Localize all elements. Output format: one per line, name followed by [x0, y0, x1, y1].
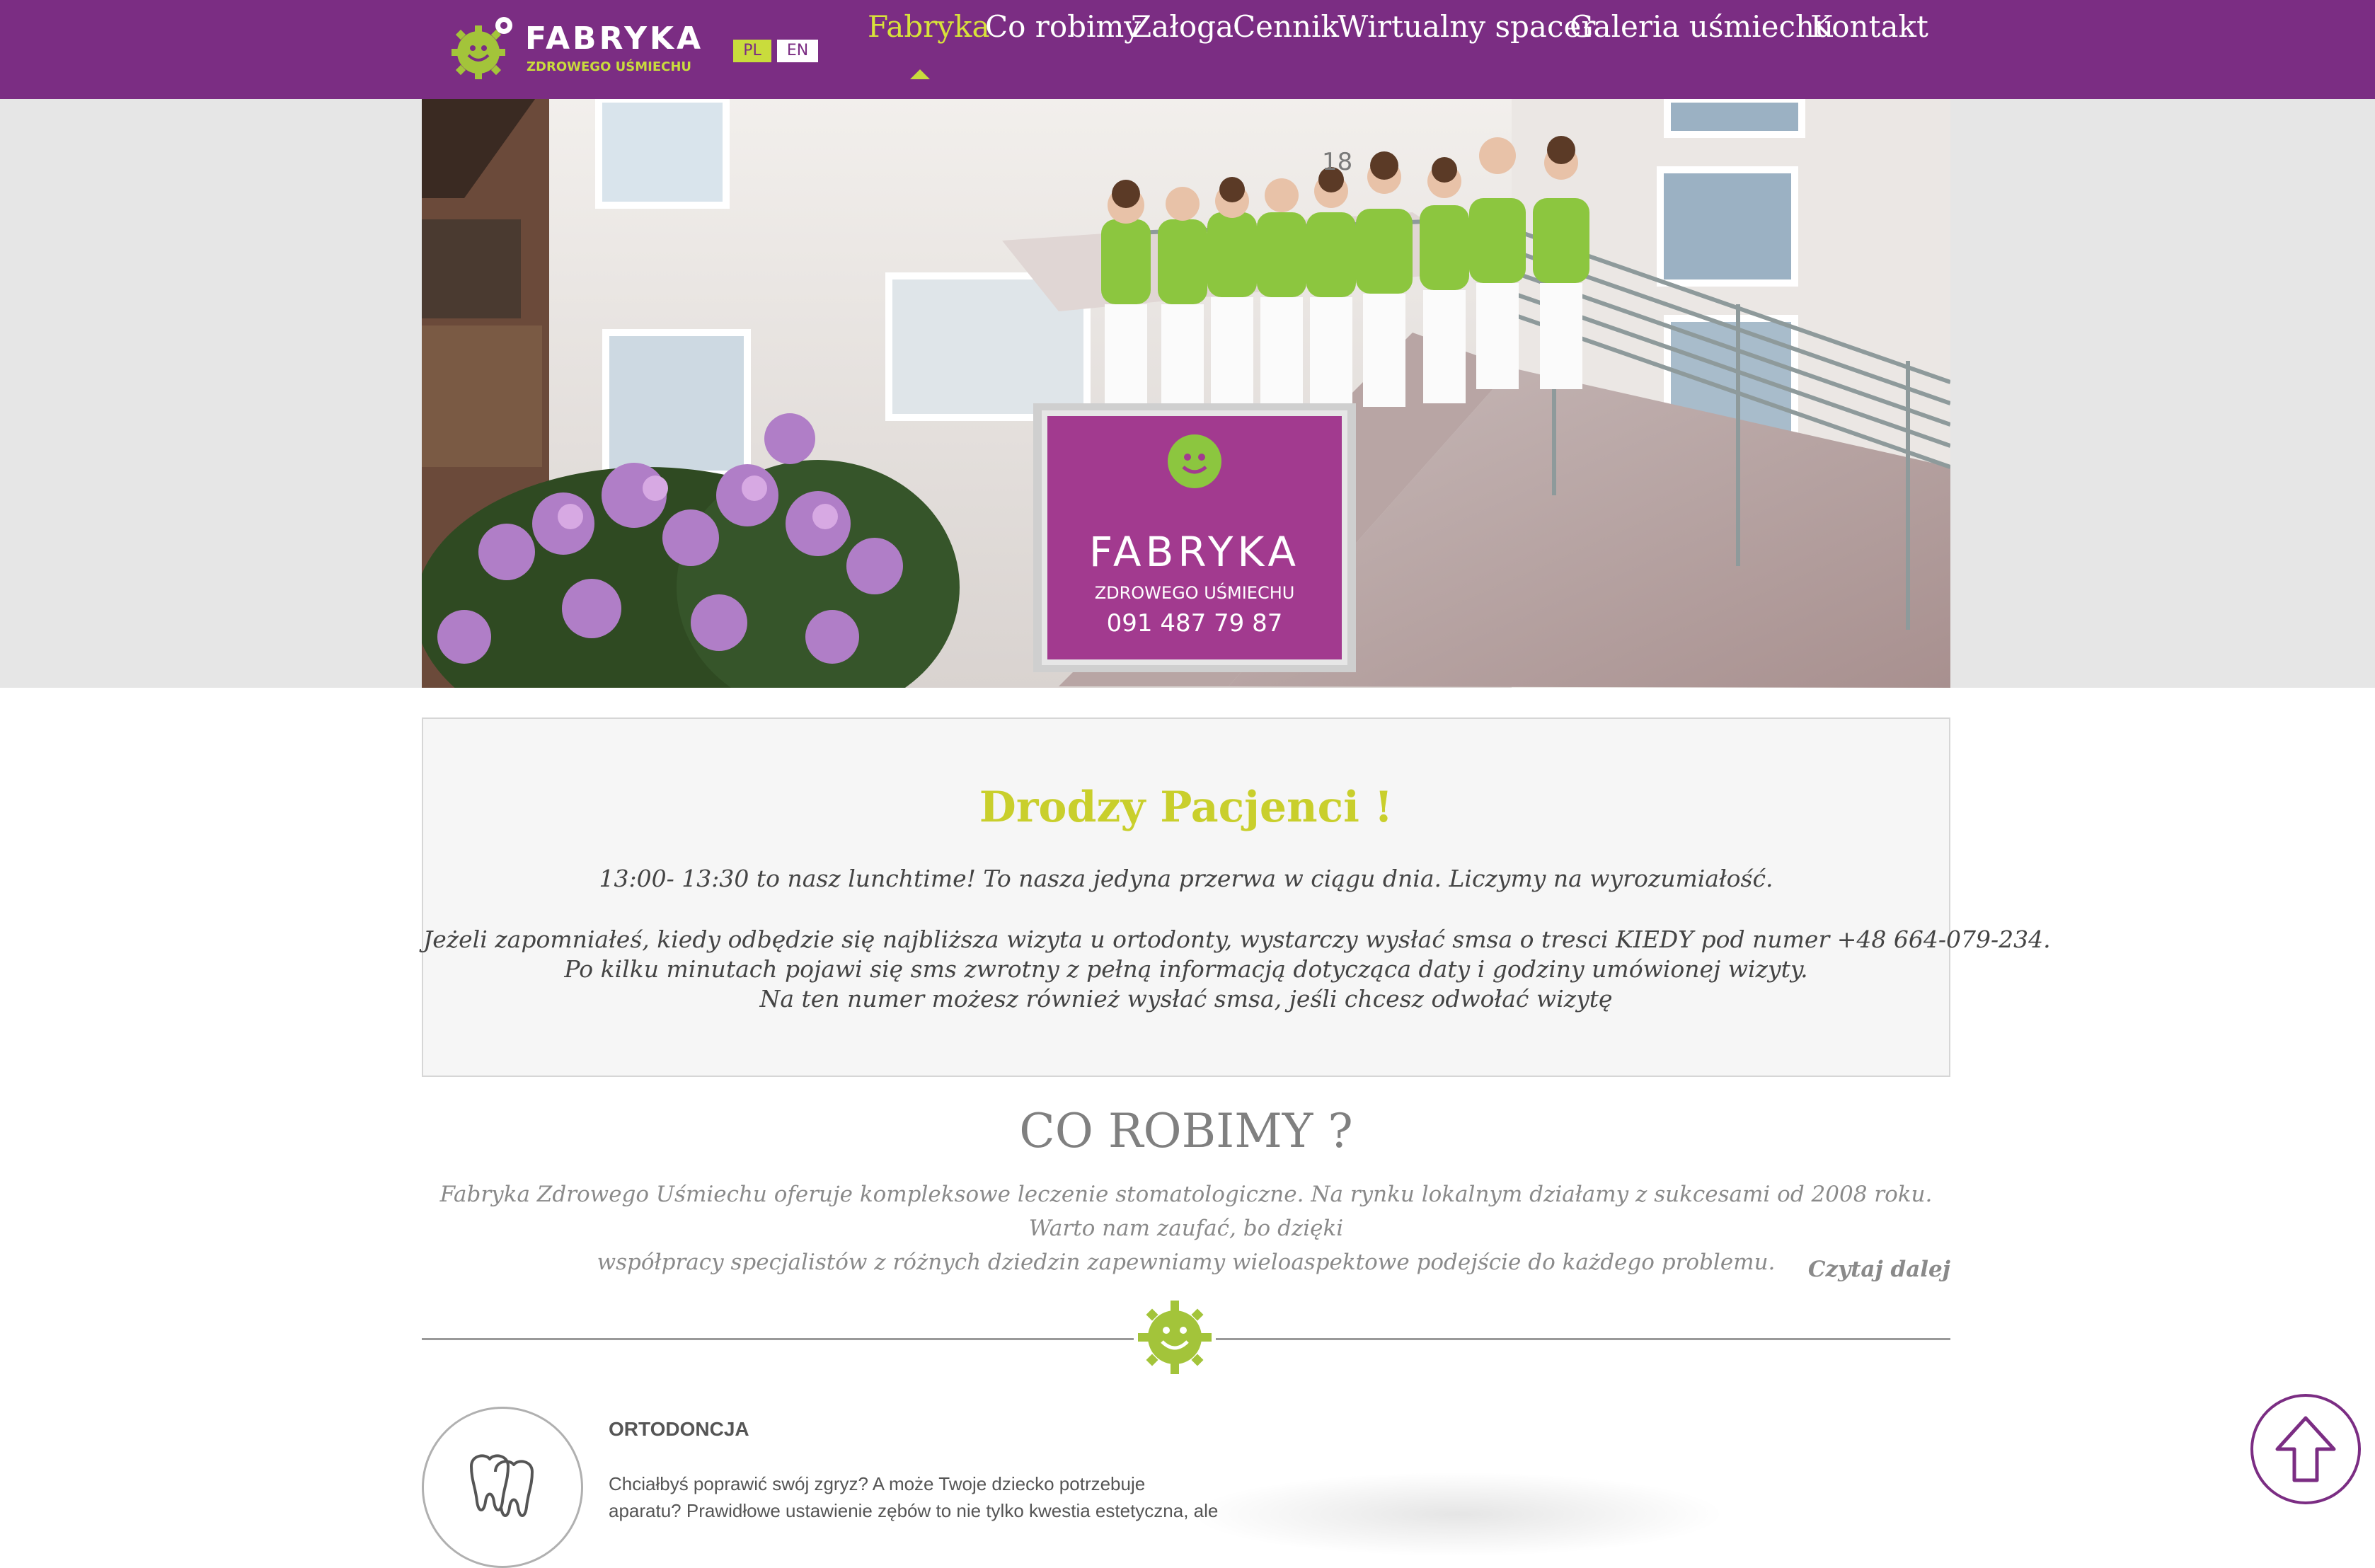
- service-description-line: Chciałbyś poprawić swój zgryz? A może Tw…: [609, 1473, 1146, 1494]
- site-logo[interactable]: FABRYKA ZDROWEGO UŚMIECHU: [449, 11, 701, 88]
- nav-item-wirtualny-spacer[interactable]: Wirtualny spacer: [1338, 7, 1595, 47]
- nav-item-zaloga[interactable]: Załoga: [1131, 7, 1233, 47]
- logo-tagline: ZDROWEGO UŚMIECHU: [527, 59, 692, 74]
- nav-item-galeria-usmiechu[interactable]: Galeria uśmiechu: [1570, 7, 1834, 47]
- arrow-up-icon: [2275, 1416, 2336, 1482]
- decorative-shadow: [1189, 1472, 1727, 1557]
- patient-notice-box: Drodzy Pacjenci ! 13:00- 13:30 to nasz l…: [422, 717, 2051, 1077]
- building-number: 18: [1322, 148, 1352, 176]
- hero-image: 18 FABRYKA ZDROWEGO UŚMIECHU 091 487 79 …: [422, 99, 1950, 688]
- language-en-button[interactable]: EN: [777, 40, 818, 62]
- sign-title: FABRYKA: [1089, 528, 1300, 576]
- gear-smile-logo-icon: [452, 17, 512, 79]
- sign-phone: 091 487 79 87: [1107, 609, 1283, 638]
- divider-line: [1216, 1338, 1950, 1340]
- gear-smile-icon: [1138, 1301, 1212, 1374]
- scroll-to-top-button[interactable]: [2250, 1394, 2361, 1504]
- logo-title: FABRYKA: [525, 21, 704, 57]
- read-more-link[interactable]: Czytaj dalej: [1696, 1257, 1950, 1282]
- language-pl-button[interactable]: PL: [733, 40, 771, 62]
- active-nav-indicator: [910, 69, 930, 79]
- nav-item-co-robimy[interactable]: Co robimy: [985, 7, 1141, 47]
- service-description-line: aparatu? Prawidłowe ustawienie zębów to …: [609, 1500, 1219, 1521]
- service-title-ortodoncja[interactable]: ORTODONCJA: [609, 1418, 749, 1441]
- about-intro-line: Fabryka Zdrowego Uśmiechu oferuje komple…: [439, 1182, 1933, 1241]
- sign-subtitle: ZDROWEGO UŚMIECHU: [1095, 582, 1295, 603]
- notice-sms-text: Jeżeli zapomniałeś, kiedy odbędzie się n…: [423, 926, 2051, 953]
- clinic-building-photo: 18 FABRYKA ZDROWEGO UŚMIECHU 091 487 79 …: [422, 99, 1950, 688]
- service-description: Chciałbyś poprawić swój zgryz? A może Tw…: [609, 1470, 1231, 1524]
- notice-title: Drodzy Pacjenci !: [979, 783, 1393, 832]
- tooth-icon: [470, 1454, 534, 1517]
- section-title-co-robimy: CO ROBIMY ?: [1019, 1104, 1353, 1158]
- divider-line: [422, 1338, 1134, 1340]
- nav-item-kontakt[interactable]: Kontakt: [1810, 7, 1928, 47]
- notice-lunch-text: 13:00- 13:30 to nasz lunchtime! To nasza…: [599, 865, 1773, 892]
- nav-item-fabryka[interactable]: Fabryka: [868, 7, 990, 47]
- top-navigation-bar: FABRYKA ZDROWEGO UŚMIECHU PL EN Fabryka …: [0, 0, 2375, 99]
- nav-item-cennik[interactable]: Cennik: [1233, 7, 1339, 47]
- notice-sms-reply-text: Po kilku minutach pojawi się sms zwrotny…: [564, 955, 1808, 983]
- notice-cancel-text: Na ten numer możesz również wysłać smsa,…: [759, 985, 1613, 1013]
